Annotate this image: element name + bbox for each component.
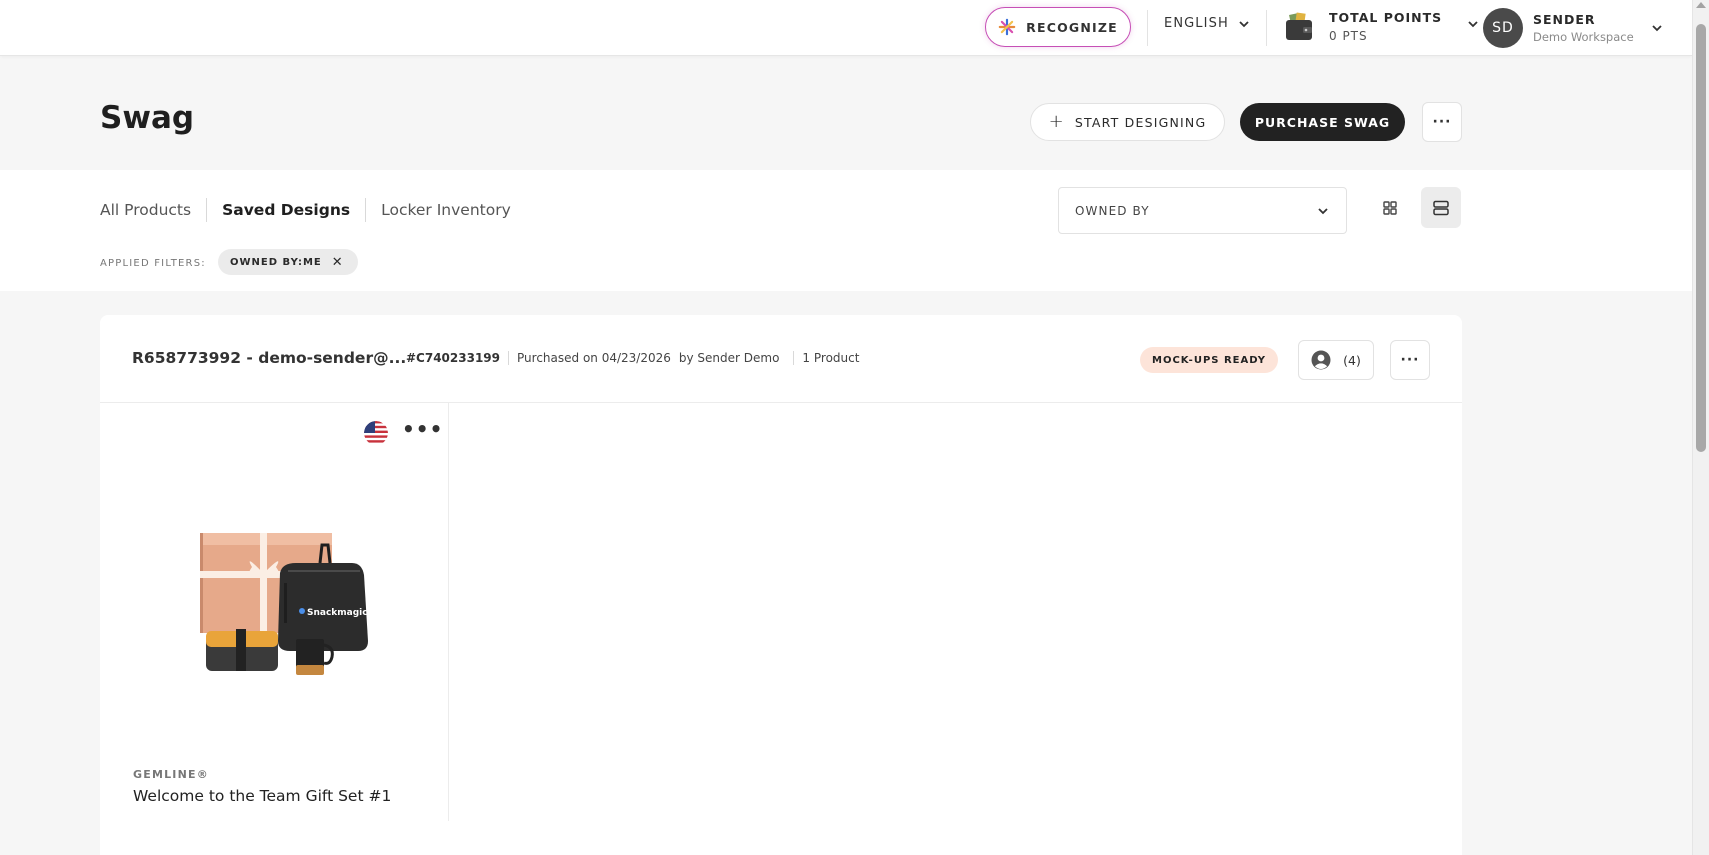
user-info: SENDER Demo Workspace (1533, 12, 1634, 44)
us-flag-icon (364, 421, 388, 445)
spark-icon (998, 18, 1016, 36)
product-count: 1 Product (793, 351, 859, 365)
product-image: Snackmagic (200, 533, 368, 675)
top-bar: RECOGNIZE ENGLISH TOTAL POINTS 0 PTS SD … (0, 0, 1692, 56)
chevron-down-icon (1239, 20, 1249, 27)
points-label: TOTAL POINTS (1329, 10, 1443, 25)
owned-by-label: OWNED BY (1075, 203, 1150, 218)
order-title[interactable]: R658773992 - demo-sender@... (132, 349, 406, 367)
scroll-thumb[interactable] (1696, 24, 1706, 452)
owned-by-select[interactable]: OWNED BY (1058, 187, 1347, 234)
bag-logo: Snackmagic (307, 608, 368, 618)
recognize-label: RECOGNIZE (1026, 19, 1118, 35)
list-view-icon (1433, 200, 1449, 215)
filter-bar: All Products Saved Designs Locker Invent… (0, 170, 1692, 291)
purchased-by: by Sender Demo (678, 351, 780, 365)
avatar: SD (1483, 8, 1523, 48)
order-meta: #C740233199 Purchased on 04/23/2026 by S… (406, 351, 859, 365)
grid-view-button[interactable] (1370, 187, 1410, 228)
more-icon[interactable]: ··· (1390, 340, 1430, 380)
start-designing-label: START DESIGNING (1074, 114, 1207, 130)
tab-saved-designs[interactable]: Saved Designs (207, 198, 367, 222)
user-icon (1311, 350, 1331, 370)
page-title: Swag (100, 100, 195, 136)
chevron-down-icon (1468, 20, 1478, 27)
order-card-header: R658773992 - demo-sender@... #C740233199… (100, 315, 1462, 403)
product-name[interactable]: Welcome to the Team Gift Set #1 (133, 787, 391, 805)
points-text: TOTAL POINTS 0 PTS (1329, 10, 1442, 43)
order-code: #C740233199 (406, 351, 510, 365)
grid-view-icon (1383, 200, 1397, 215)
shared-users-button[interactable]: (4) (1298, 340, 1374, 380)
total-points[interactable]: TOTAL POINTS 0 PTS (1283, 10, 1480, 43)
language-label: ENGLISH (1164, 16, 1229, 31)
chevron-down-icon (1318, 207, 1328, 214)
scrollbar[interactable] (1692, 0, 1709, 855)
divider (1266, 10, 1267, 46)
scroll-up-icon[interactable] (1696, 2, 1706, 8)
language-selector[interactable]: ENGLISH (1164, 16, 1251, 31)
plus-icon: + (1048, 111, 1065, 132)
order-card: R658773992 - demo-sender@... #C740233199… (100, 315, 1462, 855)
divider (1147, 10, 1148, 46)
close-icon[interactable]: ✕ (332, 256, 344, 269)
purchase-swag-button[interactable]: PURCHASE SWAG (1240, 103, 1405, 141)
wallet-icon (1286, 11, 1312, 40)
status-badge: MOCK-UPS READY (1140, 347, 1279, 373)
tab-locker-inventory[interactable]: Locker Inventory (366, 198, 526, 222)
filter-chip[interactable]: OWNED BY:ME ✕ (218, 249, 358, 275)
tab-all-products[interactable]: All Products (100, 198, 208, 222)
more-icon[interactable]: ··· (1422, 102, 1462, 142)
recognize-button[interactable]: RECOGNIZE (985, 7, 1131, 47)
filter-chip-label: OWNED BY:ME (230, 256, 322, 268)
chevron-down-icon (1652, 25, 1662, 32)
tabs: All Products Saved Designs Locker Invent… (100, 198, 526, 222)
more-icon[interactable]: ••• (402, 417, 443, 441)
user-name: SENDER (1533, 12, 1596, 27)
applied-filters-label: APPLIED FILTERS: (100, 258, 206, 269)
product-card[interactable]: ••• Snackmagic GEMLINE® Welcome to the T… (100, 403, 449, 821)
users-count: (4) (1343, 352, 1361, 368)
purchase-date: Purchased on 04/23/2026 (517, 351, 671, 365)
points-value: 0 PTS (1329, 29, 1368, 43)
product-brand: GEMLINE® (133, 768, 209, 781)
user-menu[interactable]: SD SENDER Demo Workspace (1483, 8, 1664, 48)
start-designing-button[interactable]: + START DESIGNING (1030, 103, 1225, 141)
workspace-name: Demo Workspace (1533, 30, 1634, 44)
list-view-button[interactable] (1421, 187, 1461, 228)
